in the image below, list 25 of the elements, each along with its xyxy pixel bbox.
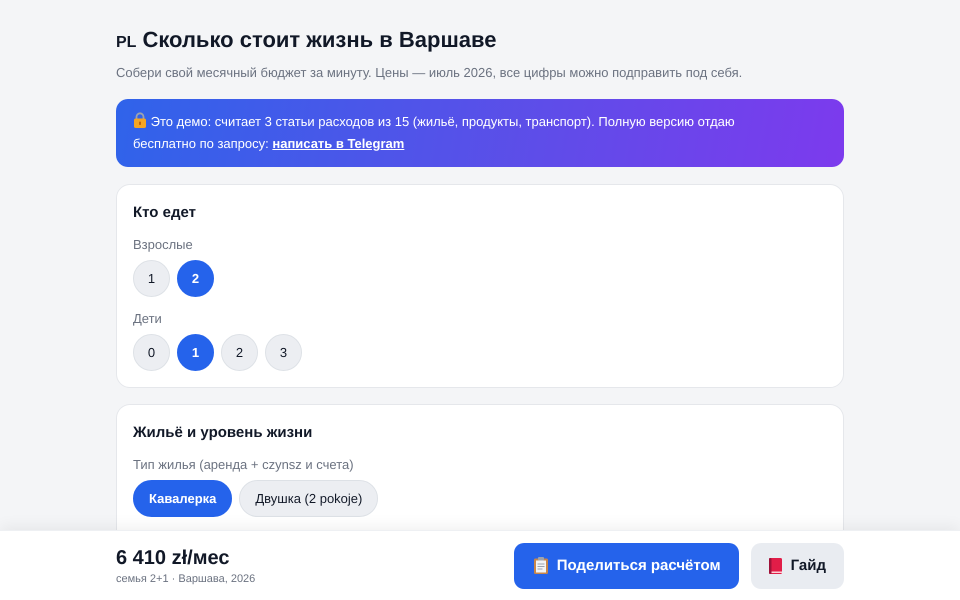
flag-label: PL: [116, 33, 136, 53]
lock-icon: [133, 112, 147, 128]
monthly-total: 6 410 zł/мес: [116, 546, 230, 570]
field-label: Взрослые: [133, 236, 194, 254]
count-option[interactable]: 0: [133, 334, 170, 371]
count-option[interactable]: 3: [265, 334, 302, 371]
count-option[interactable]: 1: [133, 260, 170, 297]
banner-text: Это демо: считает 3 статьи расходов из 15 (жильё, продукты, транспорт). Полную версию отдаю бесплатно по запросу: написать в Telegram: [133, 111, 736, 153]
option-chip[interactable]: Кавалерка: [133, 480, 232, 517]
field-label: Дети: [133, 310, 163, 328]
count-option[interactable]: 1: [177, 334, 214, 371]
clipboard-icon: [534, 557, 548, 574]
section-title: Кто едет: [133, 203, 197, 223]
book-icon: [768, 558, 782, 574]
page-title: Сколько стоит жизнь в Варшаве: [142, 26, 497, 54]
option-chip[interactable]: Двушка (2 pokoje): [239, 480, 378, 517]
guide-button[interactable]: Гайд: [750, 542, 844, 588]
field-label: Тип жилья (аренда + czynsz и счета): [133, 456, 355, 474]
total-summary: семья 2+1 · Варшава, 2026: [116, 572, 256, 586]
section-title: Жильё и уровень жизни: [133, 423, 314, 443]
count-option[interactable]: 2: [221, 334, 258, 371]
telegram-link[interactable]: написать в Telegram: [272, 136, 404, 151]
share-button[interactable]: Поделиться расчётом: [514, 542, 739, 588]
page-subtitle: Собери свой месячный бюджет за минуту. Цены — июль 2026, все цифры можно подправить под себя.: [116, 64, 744, 82]
count-option[interactable]: 2: [177, 260, 214, 297]
